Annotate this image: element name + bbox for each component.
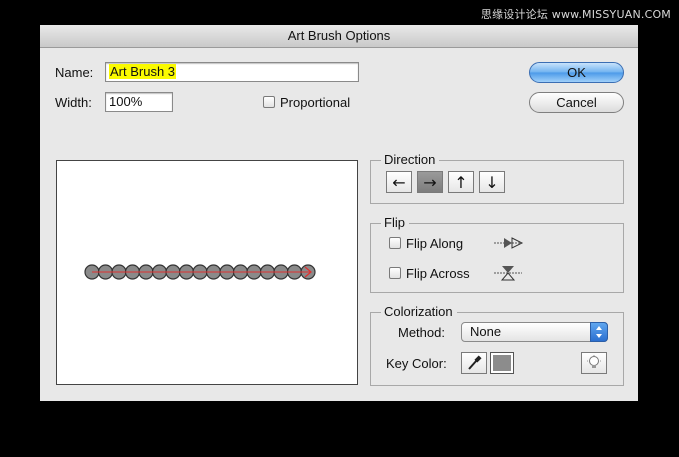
direction-title: Direction <box>381 153 440 167</box>
brush-preview <box>56 160 358 385</box>
arrow-down-icon: ↓ <box>485 172 499 192</box>
arrow-up-icon: ↑ <box>454 172 468 192</box>
eyedropper-button[interactable] <box>461 352 487 374</box>
proportional-checkbox[interactable] <box>263 96 275 108</box>
eyedropper-icon <box>468 355 482 370</box>
lightbulb-icon <box>587 355 601 368</box>
flip-along-checkbox[interactable] <box>389 237 401 249</box>
tips-button[interactable] <box>581 352 607 374</box>
chevron-updown-icon <box>590 322 608 342</box>
flip-across-checkbox[interactable] <box>389 267 401 279</box>
colorization-title: Colorization <box>381 305 457 319</box>
art-brush-options-dialog: Art Brush Options Name: Art Brush 3 Widt… <box>40 25 638 401</box>
watermark-text: 思缘设计论坛 www.MISSYUAN.COM <box>480 8 671 21</box>
key-color-label: Key Color: <box>386 356 447 371</box>
method-select-value: None <box>470 324 502 339</box>
flip-title: Flip <box>381 216 409 230</box>
method-label: Method: <box>398 325 445 340</box>
arrow-right-icon: → <box>423 172 437 192</box>
dialog-title: Art Brush Options <box>40 25 638 48</box>
name-input-value: Art Brush 3 <box>109 64 177 79</box>
direction-button-arrow-down[interactable]: ↓ <box>479 171 505 193</box>
flip-along-icon <box>494 237 524 249</box>
name-input[interactable]: Art Brush 3 <box>105 62 359 82</box>
cancel-button[interactable]: Cancel <box>529 92 624 113</box>
proportional-label: Proportional <box>280 95 351 110</box>
direction-button-arrow-up[interactable]: ↑ <box>448 171 474 193</box>
direction-button-arrow-left[interactable]: ← <box>386 171 412 193</box>
name-label: Name: <box>55 65 94 80</box>
direction-button-arrow-right[interactable]: → <box>417 171 443 193</box>
flip-across-icon <box>494 266 522 281</box>
flip-across-label: Flip Across <box>406 266 470 281</box>
arrow-left-icon: ← <box>392 172 406 192</box>
width-input[interactable]: 100% <box>105 92 173 112</box>
ok-button[interactable]: OK <box>529 62 624 83</box>
flip-along-label: Flip Along <box>406 236 464 251</box>
flip-group <box>370 223 624 293</box>
brush-preview-canvas <box>84 264 316 280</box>
key-color-swatch[interactable] <box>490 352 514 374</box>
method-select[interactable]: None <box>461 322 608 342</box>
width-label: Width: <box>55 95 92 110</box>
